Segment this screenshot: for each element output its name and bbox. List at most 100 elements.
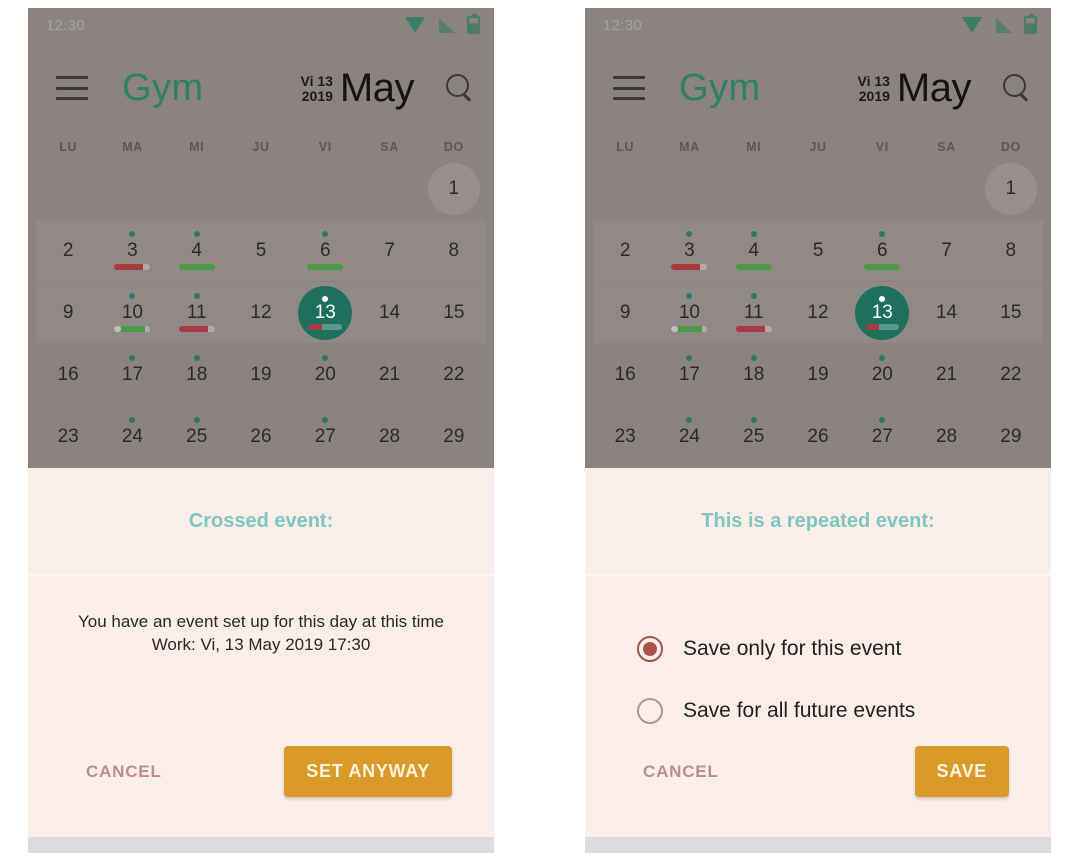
day-number: 9	[62, 302, 74, 323]
calendar-day-2[interactable]: 2	[593, 220, 657, 281]
calendar-day-23[interactable]: 23	[593, 406, 657, 467]
calendar-day-23[interactable]: 23	[36, 406, 100, 467]
weekday-header-ju: JU	[809, 140, 827, 154]
cancel-button[interactable]: CANCEL	[86, 762, 162, 782]
hamburger-menu-icon[interactable]	[56, 76, 88, 100]
calendar-day-17[interactable]: 17	[100, 344, 164, 405]
calendar-day-10[interactable]: 10	[100, 282, 164, 343]
calendar-day-22[interactable]: 22	[979, 344, 1043, 405]
save-button[interactable]: SAVE	[914, 746, 1009, 797]
hamburger-menu-icon[interactable]	[613, 76, 645, 100]
calendar-day-26[interactable]: 26	[229, 406, 293, 467]
calendar-day-24[interactable]: 24	[657, 406, 721, 467]
calendar-day-13[interactable]: 13	[293, 282, 357, 343]
calendar-day-16[interactable]: 16	[36, 344, 100, 405]
calendar-week-row: 16 17 18 19 20 21 22	[593, 344, 1043, 405]
calendar-day-20[interactable]: 20	[293, 344, 357, 405]
set-anyway-button[interactable]: SET ANYWAY	[284, 746, 452, 797]
calendar-day-3[interactable]: 3	[657, 220, 721, 281]
calendar-day-17[interactable]: 17	[657, 344, 721, 405]
event-dot-icon	[322, 355, 329, 361]
calendar-day-4[interactable]: 4	[722, 220, 786, 281]
search-icon[interactable]	[1001, 73, 1031, 103]
cancel-button[interactable]: CANCEL	[643, 762, 719, 782]
calendar-day-6[interactable]: 6	[850, 220, 914, 281]
radio-unchecked-icon[interactable]	[637, 698, 663, 724]
calendar-day-6[interactable]: 6	[293, 220, 357, 281]
calendar-day-25[interactable]: 25	[165, 406, 229, 467]
search-icon[interactable]	[444, 73, 474, 103]
event-dot-icon	[322, 417, 329, 423]
calendar-day-28[interactable]: 28	[357, 406, 421, 467]
calendar-day-7[interactable]: 7	[914, 220, 978, 281]
calendar-day-18[interactable]: 18	[165, 344, 229, 405]
calendar-day-26[interactable]: 26	[786, 406, 850, 467]
calendar-day-10[interactable]: 10	[657, 282, 721, 343]
repeat-option-1[interactable]: Save for all future events	[609, 680, 1027, 742]
event-progress-bar	[735, 326, 772, 332]
calendar-day-1[interactable]: 1	[979, 158, 1043, 219]
current-date-stack: Vi 13 2019	[857, 74, 889, 104]
day-number: 13	[314, 302, 336, 323]
calendar-day-21[interactable]: 21	[357, 344, 421, 405]
calendar-day-4[interactable]: 4	[165, 220, 229, 281]
calendar-day-19[interactable]: 19	[229, 344, 293, 405]
calendar-day-8[interactable]: 8	[979, 220, 1043, 281]
repeat-options-group: Save only for this event Save for all fut…	[609, 618, 1027, 742]
day-number: 25	[743, 426, 765, 447]
repeat-option-0[interactable]: Save only for this event	[609, 618, 1027, 680]
event-dot-icon	[686, 355, 693, 361]
day-number: 2	[62, 240, 74, 261]
calendar-day-14[interactable]: 14	[357, 282, 421, 343]
calendar-day-5[interactable]: 5	[229, 220, 293, 281]
calendar-cell-empty	[593, 158, 657, 219]
day-number: 29	[443, 426, 465, 447]
progress-bar-fill	[114, 264, 143, 270]
calendar-day-29[interactable]: 29	[422, 406, 486, 467]
calendar-day-28[interactable]: 28	[914, 406, 978, 467]
calendar-day-20[interactable]: 20	[850, 344, 914, 405]
calendar-day-15[interactable]: 15	[422, 282, 486, 343]
calendar-week-row: 2 3 4 5 6 7 8	[36, 220, 486, 281]
app-bar: Gym Vi 13 2019 May	[585, 42, 1051, 134]
calendar-day-16[interactable]: 16	[593, 344, 657, 405]
calendar-day-3[interactable]: 3	[100, 220, 164, 281]
app-title: Gym	[122, 66, 204, 109]
month-label: May	[896, 65, 972, 110]
dialog-message-line-2: Work: Vi, 13 May 2019 17:30	[151, 635, 371, 655]
dialog-body: Save only for this event Save for all fut…	[585, 576, 1051, 837]
calendar-day-9[interactable]: 9	[36, 282, 100, 343]
calendar-day-2[interactable]: 2	[36, 220, 100, 281]
event-progress-bar	[671, 264, 708, 270]
calendar-day-9[interactable]: 9	[593, 282, 657, 343]
calendar-day-15[interactable]: 15	[979, 282, 1043, 343]
calendar-day-11[interactable]: 11	[165, 282, 229, 343]
calendar-day-19[interactable]: 19	[786, 344, 850, 405]
calendar-day-14[interactable]: 14	[914, 282, 978, 343]
day-number: 11	[186, 302, 207, 323]
calendar-week-row: 9 10 11 12 13 14 15	[36, 282, 486, 343]
calendar-day-12[interactable]: 12	[786, 282, 850, 343]
calendar-day-21[interactable]: 21	[914, 344, 978, 405]
calendar-day-18[interactable]: 18	[722, 344, 786, 405]
calendar-day-5[interactable]: 5	[786, 220, 850, 281]
calendar-day-24[interactable]: 24	[100, 406, 164, 467]
calendar-day-7[interactable]: 7	[357, 220, 421, 281]
calendar-day-12[interactable]: 12	[229, 282, 293, 343]
app-title: Gym	[679, 66, 761, 109]
calendar-week-row: 1	[593, 158, 1043, 219]
calendar-day-27[interactable]: 27	[293, 406, 357, 467]
day-number: 1	[1005, 178, 1017, 199]
event-dot-icon	[686, 231, 693, 237]
calendar-day-27[interactable]: 27	[850, 406, 914, 467]
calendar-day-1[interactable]: 1	[422, 158, 486, 219]
radio-checked-icon[interactable]	[637, 636, 663, 662]
calendar-day-29[interactable]: 29	[979, 406, 1043, 467]
event-progress-bar	[307, 264, 344, 270]
calendar-day-22[interactable]: 22	[422, 344, 486, 405]
calendar-day-11[interactable]: 11	[722, 282, 786, 343]
calendar-day-25[interactable]: 25	[722, 406, 786, 467]
calendar-day-13[interactable]: 13	[850, 282, 914, 343]
calendar-day-8[interactable]: 8	[422, 220, 486, 281]
status-clock: 12:30	[603, 16, 643, 34]
